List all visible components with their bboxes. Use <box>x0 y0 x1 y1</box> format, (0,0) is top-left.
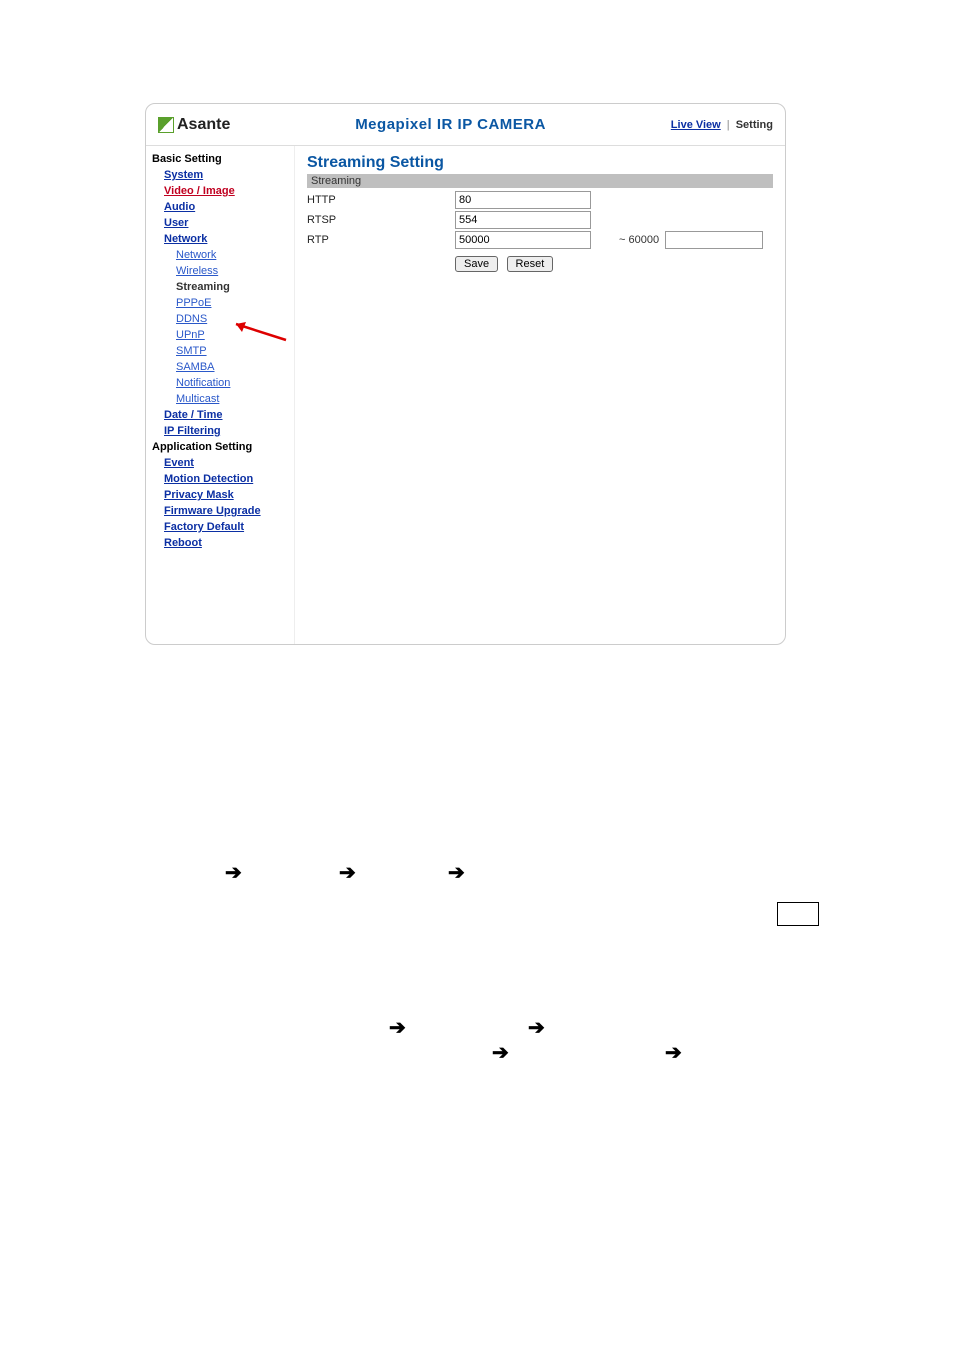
arrow-icon: ➔ <box>339 860 356 885</box>
arrow-icon: ➔ <box>665 1040 682 1065</box>
panel-title: Streaming Setting <box>307 154 773 172</box>
brand-icon <box>158 117 174 133</box>
sidebar-item-user[interactable]: User <box>146 215 294 231</box>
rtp-tilde: ~ 60000 <box>591 234 665 246</box>
page-number-box <box>777 902 819 926</box>
sidebar-item-upnp[interactable]: UPnP <box>146 327 294 343</box>
separator: | <box>724 119 733 131</box>
sidebar-item-firmware-upgrade[interactable]: Firmware Upgrade <box>146 503 294 519</box>
brand-logo: Asante <box>158 116 230 134</box>
http-row: HTTP <box>307 190 773 210</box>
save-button[interactable]: Save <box>455 256 498 272</box>
sidebar-item-multicast[interactable]: Multicast <box>146 391 294 407</box>
sidebar-item-notification[interactable]: Notification <box>146 375 294 391</box>
product-title: Megapixel IR IP CAMERA <box>230 116 670 133</box>
reset-button[interactable]: Reset <box>507 256 554 272</box>
sidebar-item-privacy-mask[interactable]: Privacy Mask <box>146 487 294 503</box>
sidebar-item-samba[interactable]: SAMBA <box>146 359 294 375</box>
sidebar-item-ip-filtering[interactable]: IP Filtering <box>146 423 294 439</box>
rtp-row: RTP ~ 60000 <box>307 230 773 250</box>
arrow-icon: ➔ <box>528 1015 545 1040</box>
rtsp-row: RTSP <box>307 210 773 230</box>
main-panel: Streaming Setting Streaming HTTP RTSP RT… <box>295 146 785 644</box>
live-view-link[interactable]: Live View <box>671 119 721 131</box>
rtsp-label: RTSP <box>307 214 455 226</box>
sidebar-item-streaming[interactable]: Streaming <box>146 279 294 295</box>
panel-subheading: Streaming <box>307 174 773 188</box>
rtp-label: RTP <box>307 234 455 246</box>
arrow-icon: ➔ <box>389 1015 406 1040</box>
sidebar-item-reboot[interactable]: Reboot <box>146 535 294 551</box>
arrow-icon: ➔ <box>448 860 465 885</box>
sidebar-item-ddns[interactable]: DDNS <box>146 311 294 327</box>
setting-link[interactable]: Setting <box>736 119 773 131</box>
sidebar-item-pppoe[interactable]: PPPoE <box>146 295 294 311</box>
sidebar-item-motion-detection[interactable]: Motion Detection <box>146 471 294 487</box>
sidebar-item-event[interactable]: Event <box>146 455 294 471</box>
sidebar-item-date-time[interactable]: Date / Time <box>146 407 294 423</box>
http-label: HTTP <box>307 194 455 206</box>
button-row: Save Reset <box>307 250 773 272</box>
brand-text: Asante <box>177 116 230 134</box>
app-frame: Asante Megapixel IR IP CAMERA Live View … <box>145 103 786 645</box>
arrow-icon: ➔ <box>225 860 242 885</box>
rtp-from-input[interactable] <box>455 231 591 249</box>
header-links: Live View | Setting <box>671 119 773 131</box>
rtsp-input[interactable] <box>455 211 591 229</box>
sidebar-item-audio[interactable]: Audio <box>146 199 294 215</box>
camera-admin-screenshot: Asante Megapixel IR IP CAMERA Live View … <box>145 103 786 645</box>
sidebar-item-factory-default[interactable]: Factory Default <box>146 519 294 535</box>
application-setting-header: Application Setting <box>146 439 294 455</box>
sidebar-item-wireless[interactable]: Wireless <box>146 263 294 279</box>
sidebar: Basic Setting System Video / Image Audio… <box>146 146 295 644</box>
rtp-to-input[interactable] <box>665 231 763 249</box>
sidebar-item-system[interactable]: System <box>146 167 294 183</box>
sidebar-item-video-image[interactable]: Video / Image <box>146 183 294 199</box>
basic-setting-header: Basic Setting <box>146 151 294 167</box>
http-input[interactable] <box>455 191 591 209</box>
sidebar-item-network[interactable]: Network <box>146 231 294 247</box>
sidebar-item-network-sub[interactable]: Network <box>146 247 294 263</box>
sidebar-item-smtp[interactable]: SMTP <box>146 343 294 359</box>
arrow-icon: ➔ <box>492 1040 509 1065</box>
app-header: Asante Megapixel IR IP CAMERA Live View … <box>146 104 785 146</box>
